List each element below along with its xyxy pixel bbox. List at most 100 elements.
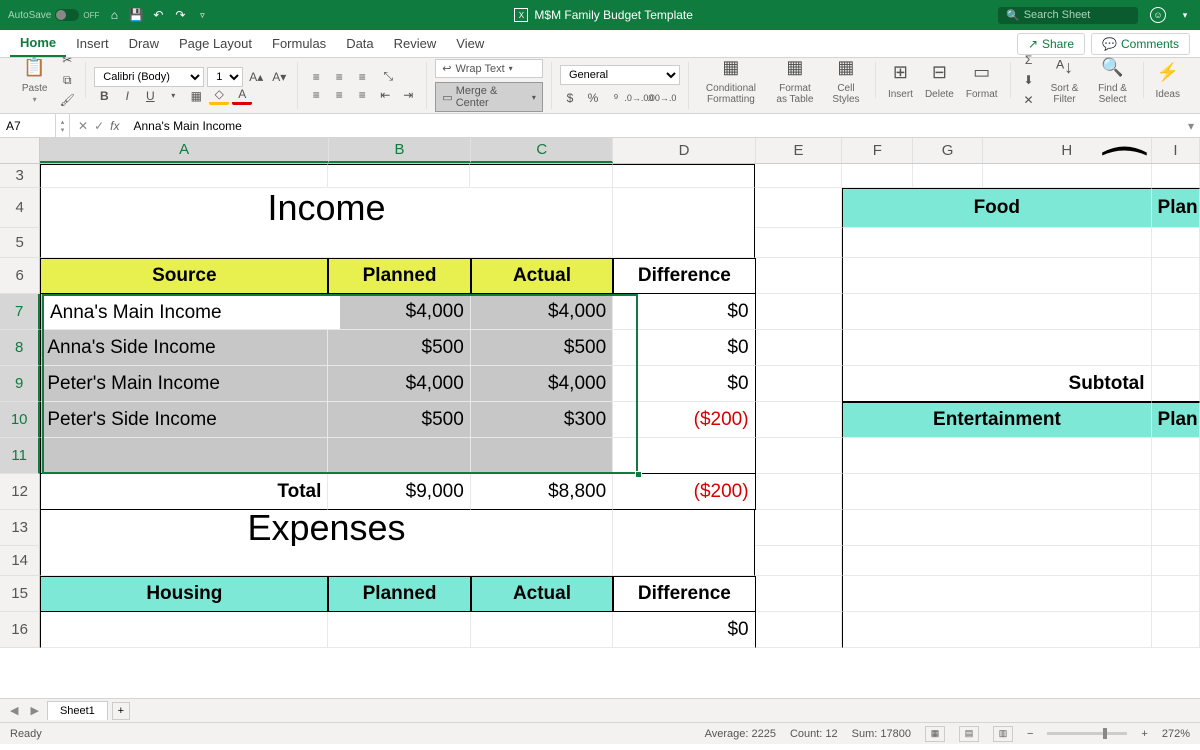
orientation-icon[interactable]: ⤡ [378,68,398,86]
row-header[interactable]: 8 [0,330,40,366]
col-header-f[interactable]: F [842,138,913,163]
ideas-button[interactable]: ⚡Ideas [1152,61,1184,100]
font-name-select[interactable]: Calibri (Body) [94,67,204,87]
col-header-a[interactable]: A [40,138,328,163]
tab-formulas[interactable]: Formulas [262,30,336,57]
cell[interactable] [328,438,470,474]
cell[interactable]: $0 [613,612,755,648]
zoom-out-button[interactable]: − [1027,728,1033,740]
underline-dropdown-icon[interactable]: ▾ [163,87,183,105]
insert-cells-button[interactable]: ⊞Insert [884,61,917,100]
zoom-in-button[interactable]: + [1141,728,1147,740]
sheet-tab[interactable]: Sheet1 [47,701,108,720]
row-header[interactable]: 14 [0,546,40,576]
increase-font-icon[interactable]: A▴ [246,68,266,86]
view-page-layout-icon[interactable]: ▤ [959,726,979,742]
cell[interactable]: $4,000 [471,366,613,402]
wrap-text-button[interactable]: ↩Wrap Text▾ [435,59,543,78]
expand-formula-icon[interactable]: ▾ [1182,119,1200,133]
copy-icon[interactable]: ⧉ [57,71,77,89]
selection-handle[interactable] [635,471,642,478]
paste-button[interactable]: 📋 Paste [16,55,53,105]
row-header[interactable]: 7 [0,294,40,330]
tab-data[interactable]: Data [336,30,383,57]
search-sheet[interactable]: 🔍 Search Sheet [998,7,1138,24]
ribbon-options-icon[interactable]: ▾ [1178,8,1192,22]
format-cells-button[interactable]: ▭Format [962,61,1002,100]
cell[interactable]: $0 [613,330,755,366]
find-select-button[interactable]: 🔍Find & Select [1091,55,1135,105]
conditional-formatting-button[interactable]: ▦Conditional Formatting [697,55,765,105]
cell[interactable] [328,612,470,648]
cell[interactable] [40,438,328,474]
undo-icon[interactable]: ↶ [151,8,165,22]
cancel-formula-icon[interactable]: ✕ [78,119,88,133]
cell[interactable]: $4,000 [328,366,470,402]
cell[interactable]: $500 [328,402,470,438]
decrease-font-icon[interactable]: A▾ [269,68,289,86]
currency-icon[interactable]: $ [560,89,580,107]
cell[interactable]: $300 [471,402,613,438]
tab-review[interactable]: Review [384,30,447,57]
cell[interactable]: $0 [613,366,755,402]
row-header[interactable]: 11 [0,438,40,474]
view-normal-icon[interactable]: ▦ [925,726,945,742]
increase-decimal-icon[interactable]: .0→.00 [629,89,649,107]
autosum-icon[interactable]: Σ [1019,51,1039,69]
font-size-select[interactable]: 12 [207,67,243,87]
fill-color-button[interactable]: ◇ [209,87,229,105]
align-bottom-icon[interactable]: ≡ [352,68,372,86]
cell[interactable]: Anna's Main Income [40,294,328,330]
cell[interactable]: ($200) [613,402,755,438]
borders-button[interactable]: ▦ [186,87,206,105]
qat-dropdown-icon[interactable]: ▿ [195,8,209,22]
row-header[interactable]: 4 [0,188,40,228]
cell[interactable]: $4,000 [471,294,613,330]
row-header[interactable]: 15 [0,576,40,612]
autosave-toggle[interactable]: AutoSave OFF [8,9,99,21]
row-header[interactable]: 6 [0,258,40,294]
sheet-nav-prev-icon[interactable]: ◀ [6,704,22,717]
format-as-table-button[interactable]: ▦Format as Table [769,55,821,105]
comments-button[interactable]: 💬Comments [1091,33,1190,55]
select-all-corner[interactable] [0,138,40,163]
clear-icon[interactable]: ✕ [1019,91,1039,109]
merge-center-button[interactable]: ▭Merge & Center▾ [435,82,543,112]
feedback-icon[interactable]: ☺ [1150,7,1166,23]
format-painter-icon[interactable]: 🖌 [57,91,77,109]
decrease-indent-icon[interactable]: ⇤ [375,86,395,104]
bold-button[interactable]: B [94,87,114,105]
comma-icon[interactable]: ⁹ [606,89,626,107]
col-header-e[interactable]: E [756,138,843,163]
delete-cells-button[interactable]: ⊟Delete [921,61,958,100]
col-header-i[interactable]: I [1152,138,1200,163]
tab-view[interactable]: View [446,30,494,57]
col-header-b[interactable]: B [329,138,471,163]
row-header[interactable]: 10 [0,402,40,438]
row-header[interactable]: 16 [0,612,40,648]
decrease-decimal-icon[interactable]: .00→.0 [652,89,672,107]
tab-page-layout[interactable]: Page Layout [169,30,262,57]
cell[interactable] [613,438,755,474]
percent-icon[interactable]: % [583,89,603,107]
zoom-level[interactable]: 272% [1162,728,1190,740]
row-header[interactable]: 5 [0,228,40,258]
home-icon[interactable]: ⌂ [107,8,121,22]
fill-icon[interactable]: ⬇ [1019,71,1039,89]
cell[interactable]: Peter's Side Income [40,402,328,438]
number-format-select[interactable]: General [560,65,680,85]
formula-input[interactable]: Anna's Main Income [127,119,1182,133]
cell[interactable]: $0 [613,294,755,330]
cell[interactable]: $500 [328,330,470,366]
add-sheet-button[interactable]: + [112,702,130,720]
sheet-nav-next-icon[interactable]: ▶ [26,704,42,717]
align-left-icon[interactable]: ≡ [306,86,326,104]
cell[interactable] [471,438,613,474]
align-right-icon[interactable]: ≡ [352,86,372,104]
increase-indent-icon[interactable]: ⇥ [398,86,418,104]
font-color-button[interactable]: A [232,87,252,105]
italic-button[interactable]: I [117,87,137,105]
zoom-slider[interactable] [1047,732,1127,735]
cell[interactable] [471,612,613,648]
row-header[interactable]: 3 [0,164,40,188]
